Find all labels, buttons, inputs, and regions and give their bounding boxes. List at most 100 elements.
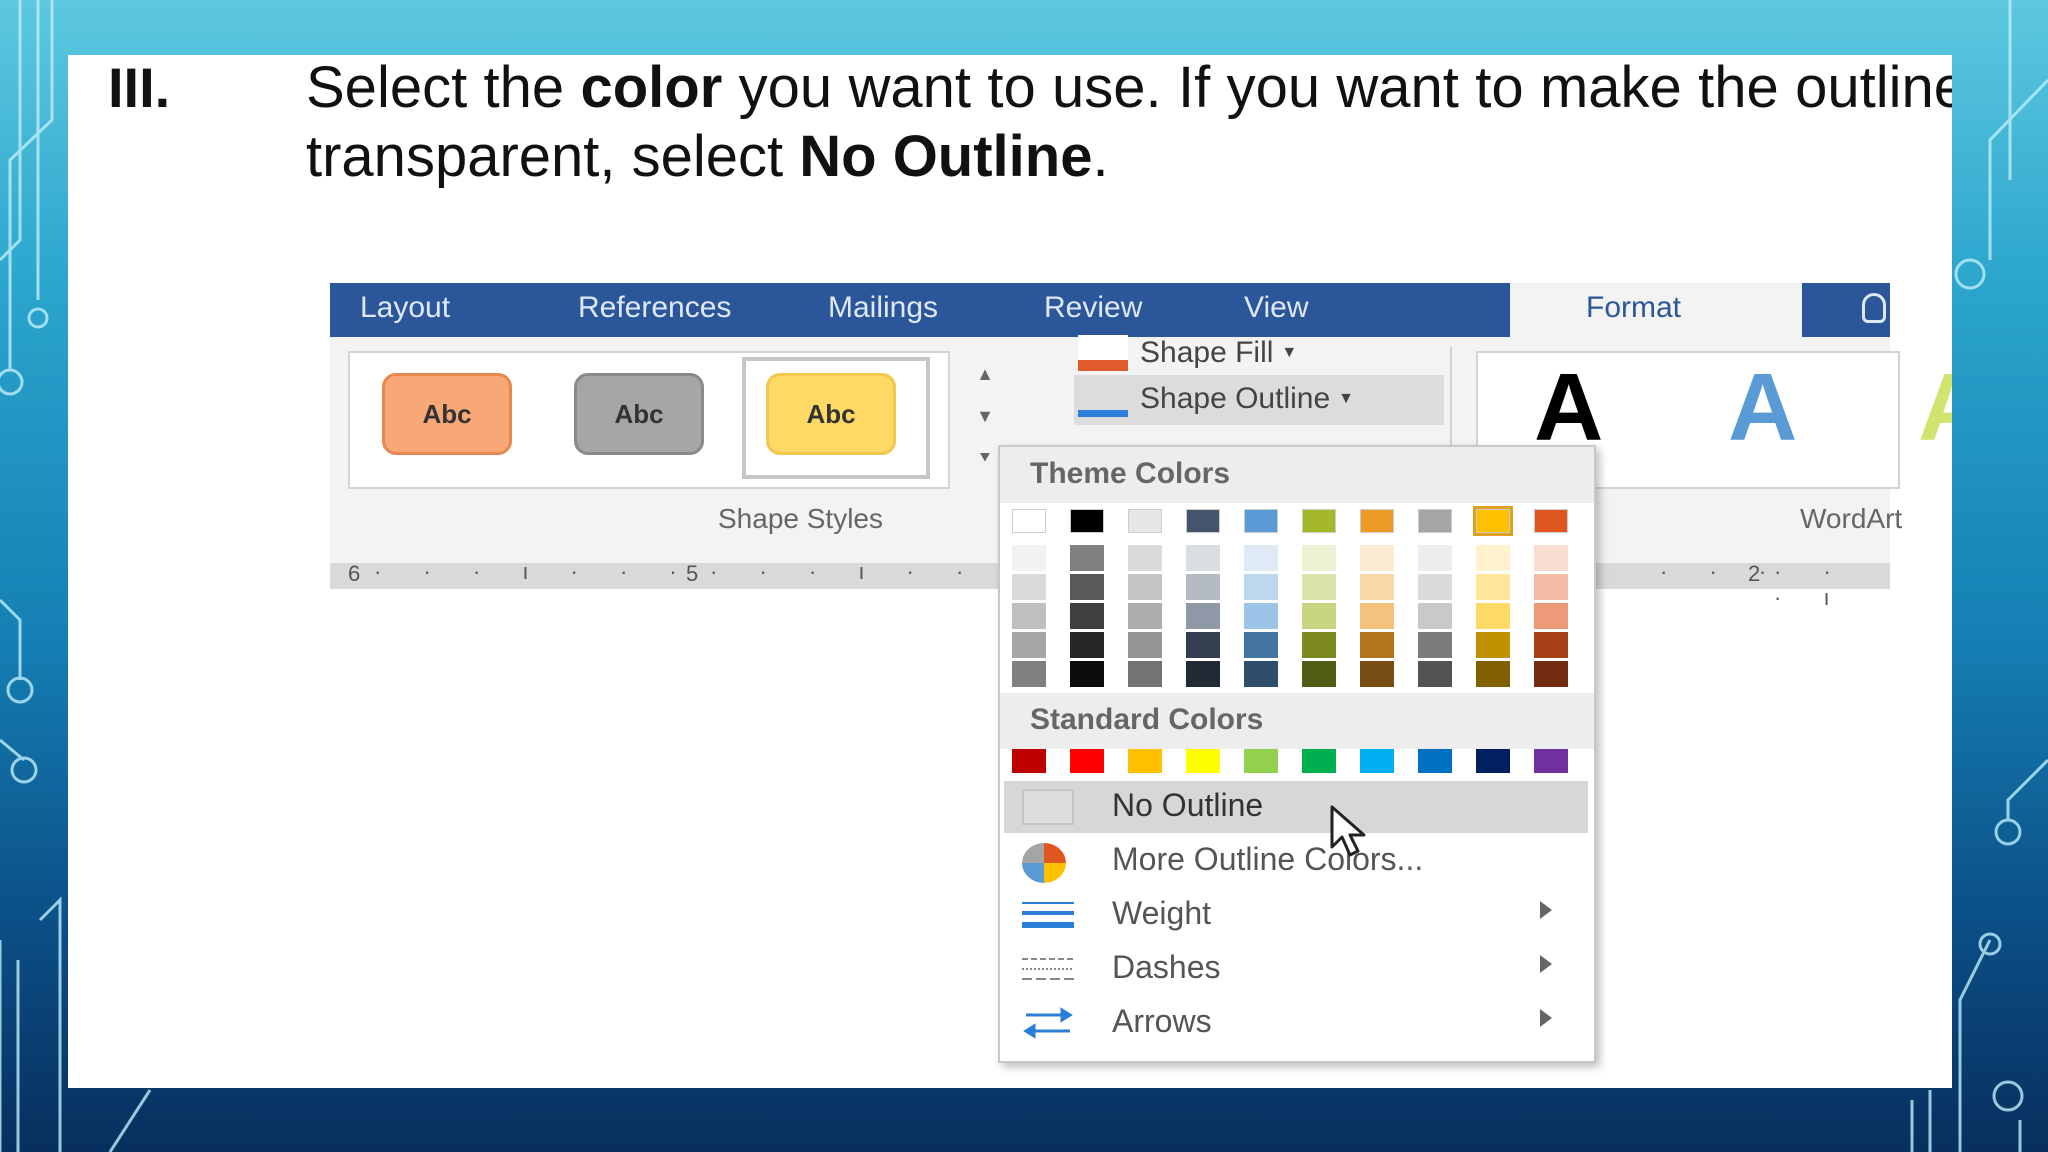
theme-shade-swatch[interactable] <box>1244 545 1278 571</box>
theme-shade-swatch[interactable] <box>1534 632 1568 658</box>
dashes-item[interactable]: Dashes <box>1004 943 1588 995</box>
theme-shade-swatch[interactable] <box>1186 603 1220 629</box>
theme-shade-swatch[interactable] <box>1070 632 1104 658</box>
standard-color-swatch[interactable] <box>1476 749 1510 773</box>
theme-shade-swatch[interactable] <box>1360 574 1394 600</box>
theme-shade-swatch[interactable] <box>1244 661 1278 687</box>
theme-shade-swatch[interactable] <box>1186 574 1220 600</box>
theme-shade-swatch[interactable] <box>1070 545 1104 571</box>
theme-shade-swatch[interactable] <box>1418 545 1452 571</box>
theme-shade-swatch[interactable] <box>1360 661 1394 687</box>
theme-shade-swatch[interactable] <box>1012 603 1046 629</box>
tab-format[interactable]: Format <box>1510 283 1802 337</box>
theme-color-swatch[interactable] <box>1128 509 1162 533</box>
theme-shade-swatch[interactable] <box>1476 545 1510 571</box>
shape-styles-gallery: Abc Abc Abc <box>348 351 950 489</box>
no-outline-item[interactable]: No Outline <box>1004 781 1588 833</box>
theme-shade-swatch[interactable] <box>1534 545 1568 571</box>
scroll-up-icon[interactable]: ▲ <box>966 353 1004 395</box>
theme-shade-swatch[interactable] <box>1360 545 1394 571</box>
wordart-blue[interactable]: A <box>1728 353 1797 463</box>
theme-shade-swatch[interactable] <box>1186 632 1220 658</box>
theme-shade-swatch[interactable] <box>1244 632 1278 658</box>
theme-shade-swatch[interactable] <box>1418 632 1452 658</box>
theme-color-swatch[interactable] <box>1186 509 1220 533</box>
standard-color-swatch[interactable] <box>1418 749 1452 773</box>
standard-color-swatch[interactable] <box>1360 749 1394 773</box>
theme-shade-swatch[interactable] <box>1128 574 1162 600</box>
weight-item[interactable]: Weight <box>1004 889 1588 941</box>
theme-shade-swatch[interactable] <box>1360 603 1394 629</box>
theme-shade-swatch[interactable] <box>1128 661 1162 687</box>
lightbulb-icon[interactable] <box>1862 293 1886 323</box>
theme-shade-column <box>1302 545 1336 690</box>
theme-shade-swatch[interactable] <box>1360 632 1394 658</box>
theme-shade-swatch[interactable] <box>1302 545 1336 571</box>
submenu-arrow-icon <box>1540 1009 1552 1027</box>
theme-shade-swatch[interactable] <box>1302 661 1336 687</box>
theme-shade-swatch[interactable] <box>1070 574 1104 600</box>
theme-shade-swatch[interactable] <box>1476 632 1510 658</box>
theme-color-swatch[interactable] <box>1302 509 1336 533</box>
theme-shade-swatch[interactable] <box>1128 632 1162 658</box>
standard-color-swatch[interactable] <box>1302 749 1336 773</box>
theme-shade-swatch[interactable] <box>1012 632 1046 658</box>
theme-color-swatch[interactable] <box>1360 509 1394 533</box>
theme-shade-column <box>1070 545 1104 690</box>
theme-shade-swatch[interactable] <box>1476 661 1510 687</box>
theme-shade-swatch[interactable] <box>1070 661 1104 687</box>
arrows-item[interactable]: Arrows <box>1004 997 1588 1049</box>
tab-layout[interactable]: Layout <box>360 291 450 325</box>
theme-shade-swatch[interactable] <box>1534 574 1568 600</box>
theme-colors-header: Theme Colors <box>1000 447 1594 503</box>
theme-shade-swatch[interactable] <box>1418 574 1452 600</box>
tab-view[interactable]: View <box>1244 291 1308 325</box>
shape-style-yellow[interactable]: Abc <box>766 373 896 455</box>
theme-shade-swatch[interactable] <box>1302 574 1336 600</box>
theme-shade-swatch[interactable] <box>1244 574 1278 600</box>
theme-shade-swatch[interactable] <box>1244 603 1278 629</box>
shape-outline-dropdown: Theme Colors Standard Colors No Outline … <box>998 445 1596 1063</box>
theme-shade-swatch[interactable] <box>1012 545 1046 571</box>
theme-color-swatch[interactable] <box>1418 509 1452 533</box>
theme-shade-swatch[interactable] <box>1128 603 1162 629</box>
theme-color-swatch[interactable] <box>1473 506 1513 536</box>
standard-color-swatch[interactable] <box>1012 749 1046 773</box>
shape-style-gray[interactable]: Abc <box>574 373 704 455</box>
no-outline-label: No Outline <box>1112 787 1264 823</box>
shape-outline-button[interactable]: Shape Outline ▼ <box>1078 381 1354 417</box>
theme-shade-swatch[interactable] <box>1186 545 1220 571</box>
more-outline-colors-item[interactable]: More Outline Colors... <box>1004 835 1588 887</box>
tab-references[interactable]: References <box>578 291 731 325</box>
theme-shade-swatch[interactable] <box>1012 574 1046 600</box>
wordart-green[interactable]: A <box>1918 353 1952 463</box>
standard-color-swatch[interactable] <box>1186 749 1220 773</box>
shape-fill-button[interactable]: Shape Fill ▼ <box>1078 335 1297 371</box>
scroll-down-icon[interactable]: ▼ <box>966 395 1004 437</box>
theme-shade-swatch[interactable] <box>1186 661 1220 687</box>
theme-shade-swatch[interactable] <box>1128 545 1162 571</box>
instruction-text: Select the color you want to use. If you… <box>306 55 1952 189</box>
theme-shade-swatch[interactable] <box>1476 603 1510 629</box>
theme-color-swatch[interactable] <box>1070 509 1104 533</box>
theme-shade-swatch[interactable] <box>1476 574 1510 600</box>
theme-shade-swatch[interactable] <box>1070 603 1104 629</box>
theme-color-swatch[interactable] <box>1244 509 1278 533</box>
standard-color-swatch[interactable] <box>1128 749 1162 773</box>
theme-shade-swatch[interactable] <box>1302 603 1336 629</box>
line-weight-icon <box>1022 902 1074 928</box>
theme-color-swatch[interactable] <box>1012 509 1046 533</box>
standard-color-swatch[interactable] <box>1244 749 1278 773</box>
theme-shade-swatch[interactable] <box>1418 603 1452 629</box>
theme-shade-swatch[interactable] <box>1302 632 1336 658</box>
theme-color-swatch[interactable] <box>1534 509 1568 533</box>
tab-review[interactable]: Review <box>1044 291 1142 325</box>
theme-shade-swatch[interactable] <box>1534 603 1568 629</box>
theme-shade-swatch[interactable] <box>1418 661 1452 687</box>
theme-shade-swatch[interactable] <box>1534 661 1568 687</box>
theme-shade-swatch[interactable] <box>1012 661 1046 687</box>
standard-color-swatch[interactable] <box>1070 749 1104 773</box>
tab-mailings[interactable]: Mailings <box>828 291 938 325</box>
standard-color-swatch[interactable] <box>1534 749 1568 773</box>
shape-style-orange[interactable]: Abc <box>382 373 512 455</box>
